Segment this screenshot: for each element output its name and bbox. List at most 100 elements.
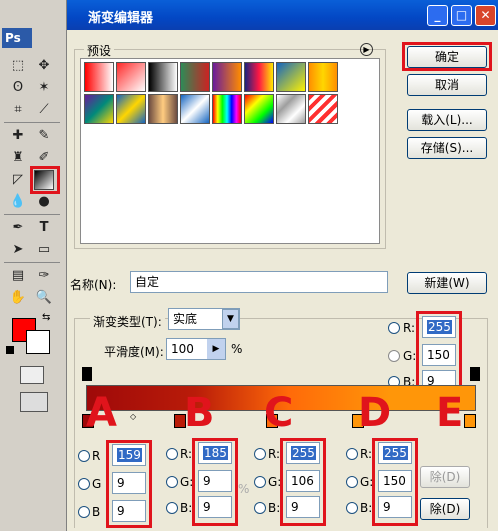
panel-a-r-label: R xyxy=(92,449,101,463)
preset-swatch[interactable] xyxy=(180,94,210,124)
minimize-button[interactable]: _ xyxy=(427,5,448,26)
panel-a-g-radio[interactable] xyxy=(78,478,90,490)
preset-swatch[interactable] xyxy=(212,94,242,124)
smoothness-stepper-icon[interactable]: ▶ xyxy=(207,339,225,359)
panel-b-g-radio[interactable] xyxy=(166,476,178,488)
zoom-tool-icon[interactable]: 🔍 xyxy=(34,288,54,308)
annotation-letter-a: A xyxy=(86,390,117,436)
lasso-tool-icon[interactable]: ʘ xyxy=(8,78,28,98)
preset-swatch[interactable] xyxy=(276,94,306,124)
preset-swatch[interactable] xyxy=(308,94,338,124)
preset-swatch[interactable] xyxy=(244,62,274,92)
panel-b-b-radio[interactable] xyxy=(166,502,178,514)
chevron-down-icon[interactable]: ▼ xyxy=(222,309,239,329)
presets-menu-icon[interactable]: ▶ xyxy=(360,43,373,56)
stamp-tool-icon[interactable]: ♜ xyxy=(8,148,28,168)
healing-brush-icon[interactable]: ✚ xyxy=(8,126,28,146)
color-stop-e[interactable] xyxy=(464,414,476,428)
move-tool-icon[interactable]: ✥ xyxy=(34,56,54,76)
preset-swatch[interactable] xyxy=(116,62,146,92)
presets-swatch-list xyxy=(80,58,380,244)
load-button[interactable]: 载入(L)... xyxy=(407,109,487,131)
panel-a-highlight xyxy=(106,440,152,528)
annotation-letter-d: D xyxy=(358,390,392,436)
swap-colors-icon[interactable]: ⇆ xyxy=(42,312,50,323)
dodge-tool-icon[interactable]: ● xyxy=(34,192,54,212)
panel-c-highlight xyxy=(280,438,326,526)
delete-button-disabled[interactable]: 除(D) xyxy=(420,466,470,488)
panel-d-r-label: R: xyxy=(360,447,373,461)
panel-c-r-label: R: xyxy=(268,447,281,461)
panel-a-r-radio[interactable] xyxy=(78,450,90,462)
midpoint-diamond-icon[interactable]: ◇ xyxy=(130,412,136,421)
delete-button[interactable]: 除(D) xyxy=(420,498,470,520)
magic-wand-icon[interactable]: ✶ xyxy=(34,78,54,98)
panel-a-b-radio[interactable] xyxy=(78,506,90,518)
preset-swatch[interactable] xyxy=(276,62,306,92)
panel-d-b-label: B: xyxy=(360,501,373,515)
panel-b-b-label: B: xyxy=(180,501,193,515)
preset-swatch[interactable] xyxy=(244,94,274,124)
panel-b-highlight xyxy=(192,438,238,526)
quick-mask-icon[interactable] xyxy=(20,366,44,384)
background-color-swatch[interactable] xyxy=(26,330,50,354)
new-button[interactable]: 新建(W) xyxy=(407,272,487,294)
path-selection-icon[interactable]: ➤ xyxy=(8,240,28,260)
window-title: 渐变编辑器 xyxy=(88,11,154,26)
presets-label: 预设 xyxy=(84,42,115,59)
panel-d-r-radio[interactable] xyxy=(346,448,358,460)
ps-logo: Ps xyxy=(2,28,32,48)
preset-swatch[interactable] xyxy=(212,62,242,92)
history-brush-icon[interactable]: ✐ xyxy=(34,148,54,168)
slice-tool-icon[interactable]: ⟋ xyxy=(34,100,54,120)
default-colors-icon[interactable] xyxy=(6,346,14,354)
blur-tool-icon[interactable]: 💧 xyxy=(8,192,28,212)
rgb-top-r-radio[interactable] xyxy=(388,322,400,334)
panel-b-r-label: R: xyxy=(180,447,193,461)
gradient-tool-highlight xyxy=(30,166,60,194)
hand-tool-icon[interactable]: ✋ xyxy=(8,288,28,308)
rgb-top-g-radio[interactable] xyxy=(388,350,400,362)
panel-c-b-label: B: xyxy=(268,501,281,515)
crop-tool-icon[interactable]: ⌗ xyxy=(8,100,28,120)
preset-swatch[interactable] xyxy=(180,62,210,92)
preset-swatch[interactable] xyxy=(84,62,114,92)
photoshop-toolbox: Ps ⬚ ✥ ʘ ✶ ⌗ ⟋ ✚ ✎ ♜ ✐ ◸ 💧 ● ✒ T ➤ ▭ ▤ ✑… xyxy=(0,0,67,531)
panel-c-r-radio[interactable] xyxy=(254,448,266,460)
close-button[interactable]: ✕ xyxy=(475,5,496,26)
brush-tool-icon[interactable]: ✎ xyxy=(34,126,54,146)
panel-d-highlight xyxy=(372,438,418,526)
panel-c-b-radio[interactable] xyxy=(254,502,266,514)
save-button[interactable]: 存储(S)... xyxy=(407,137,487,159)
annotation-letter-b: B xyxy=(184,390,215,436)
rgb-top-g-label: G: xyxy=(403,349,417,363)
opacity-stop-left[interactable] xyxy=(82,367,92,381)
gradient-type-label: 渐变类型(T): xyxy=(90,313,165,330)
preset-swatch[interactable] xyxy=(308,62,338,92)
panel-d-b-radio[interactable] xyxy=(346,502,358,514)
notes-tool-icon[interactable]: ▤ xyxy=(8,266,28,286)
cancel-button[interactable]: 取消 xyxy=(407,74,487,96)
opacity-stop-right[interactable] xyxy=(470,367,480,381)
maximize-button[interactable]: □ xyxy=(451,5,472,26)
rgb-top-highlight xyxy=(416,311,462,395)
pen-tool-icon[interactable]: ✒ xyxy=(8,218,28,238)
panel-a-b-label: B xyxy=(92,505,101,519)
shape-tool-icon[interactable]: ▭ xyxy=(34,240,54,260)
type-tool-icon[interactable]: T xyxy=(34,218,54,238)
eyedropper-icon[interactable]: ✑ xyxy=(34,266,54,286)
marquee-tool-icon[interactable]: ⬚ xyxy=(8,56,28,76)
panel-d-g-radio[interactable] xyxy=(346,476,358,488)
eraser-tool-icon[interactable]: ◸ xyxy=(8,170,28,190)
panel-c-g-radio[interactable] xyxy=(254,476,266,488)
preset-swatch[interactable] xyxy=(148,62,178,92)
preset-swatch[interactable] xyxy=(148,94,178,124)
annotation-letter-e: E xyxy=(436,390,464,436)
smoothness-label: 平滑度(M): xyxy=(104,345,164,359)
preset-swatch[interactable] xyxy=(116,94,146,124)
annotation-letter-c: C xyxy=(264,390,294,436)
name-input[interactable]: 自定 xyxy=(130,271,388,293)
preset-swatch[interactable] xyxy=(84,94,114,124)
screen-mode-icon[interactable] xyxy=(20,392,48,412)
panel-b-r-radio[interactable] xyxy=(166,448,178,460)
